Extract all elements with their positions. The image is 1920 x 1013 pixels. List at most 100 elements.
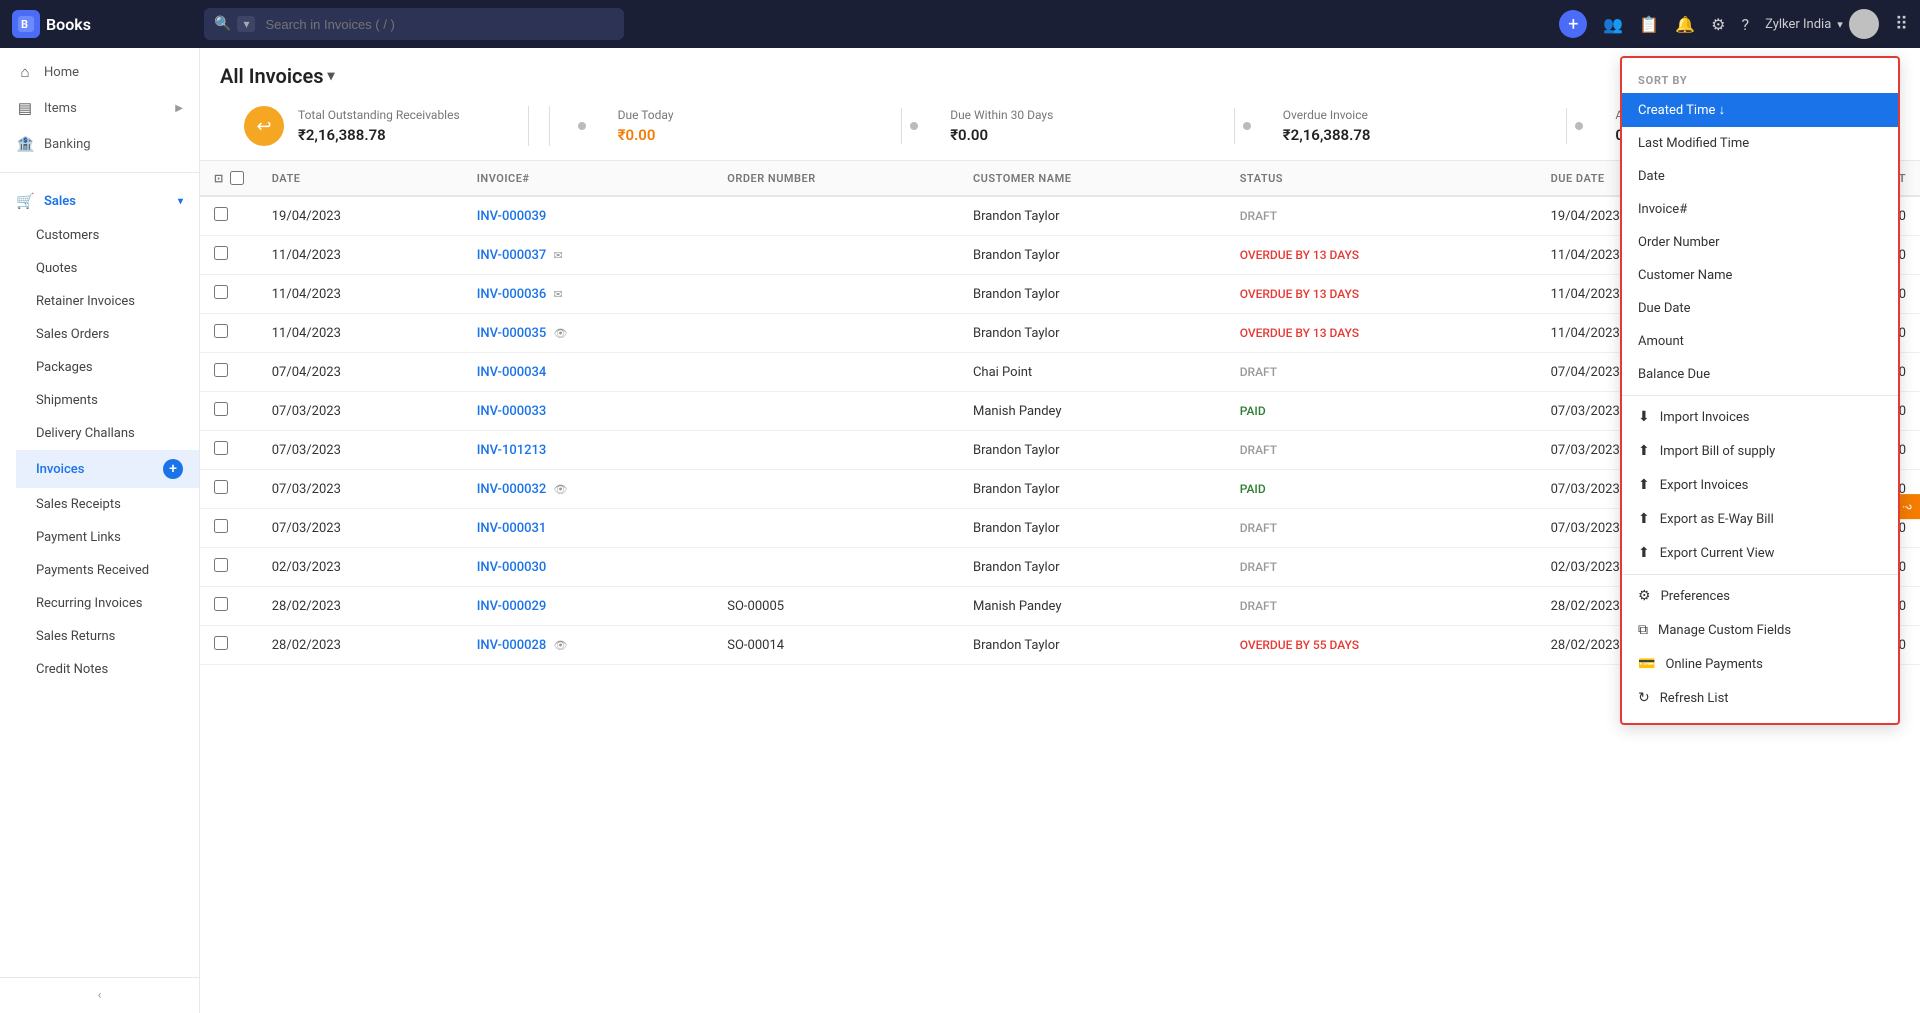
sort-item-date[interactable]: Date <box>1622 160 1898 193</box>
row-customer-4[interactable]: Chai Point <box>959 353 1226 392</box>
sidebar-item-invoices[interactable]: Invoices + <box>16 450 199 488</box>
row-checkbox-8[interactable] <box>214 519 228 533</box>
search-filter[interactable]: ▾ <box>237 16 255 32</box>
sidebar-item-items[interactable]: ▤ Items ▶ <box>0 90 199 126</box>
row-checkbox-cell[interactable] <box>200 275 258 314</box>
row-customer-3[interactable]: Brandon Taylor <box>959 314 1226 353</box>
sidebar-item-sales-receipts[interactable]: Sales Receipts <box>16 488 199 521</box>
invoice-link-9[interactable]: INV-000030 <box>477 560 547 575</box>
select-all-icon[interactable]: ⊡ <box>214 172 224 185</box>
row-customer-10[interactable]: Manish Pandey <box>959 587 1226 626</box>
row-checkbox-2[interactable] <box>214 285 228 299</box>
user-menu[interactable]: Zylker India ▾ <box>1765 9 1879 39</box>
row-invoice-11[interactable]: INV-000028 👁 <box>463 626 714 665</box>
sort-item-amount[interactable]: Amount <box>1622 325 1898 358</box>
sort-item-customer-name[interactable]: Customer Name <box>1622 259 1898 292</box>
sort-item-due-date[interactable]: Due Date <box>1622 292 1898 325</box>
row-checkbox-1[interactable] <box>214 246 228 260</box>
search-input[interactable] <box>265 17 614 32</box>
row-checkbox-cell[interactable] <box>200 587 258 626</box>
sidebar-item-quotes[interactable]: Quotes <box>16 252 199 285</box>
row-invoice-10[interactable]: INV-000029 <box>463 587 714 626</box>
invoice-link-7[interactable]: INV-000032 <box>477 482 547 497</box>
invoice-link-10[interactable]: INV-000029 <box>477 599 547 614</box>
sort-action-export-current[interactable]: ⬆ Export Current View <box>1622 536 1898 570</box>
row-checkbox-cell[interactable] <box>200 392 258 431</box>
sidebar-item-sales[interactable]: 🛒 Sales ▾ <box>0 183 199 219</box>
row-checkbox-7[interactable] <box>214 480 228 494</box>
row-invoice-6[interactable]: INV-101213 <box>463 431 714 470</box>
row-checkbox-cell[interactable] <box>200 196 258 236</box>
invoice-link-5[interactable]: INV-000033 <box>477 404 547 419</box>
row-invoice-0[interactable]: INV-000039 <box>463 196 714 236</box>
row-customer-2[interactable]: Brandon Taylor <box>959 275 1226 314</box>
contacts-icon[interactable]: 👥 <box>1603 15 1623 34</box>
sort-action-import-bill-supply[interactable]: ⬆ Import Bill of supply <box>1622 434 1898 468</box>
sort-action-export-eway[interactable]: ⬆ Export as E-Way Bill <box>1622 502 1898 536</box>
row-checkbox-cell[interactable] <box>200 509 258 548</box>
row-customer-7[interactable]: Brandon Taylor <box>959 470 1226 509</box>
row-checkbox-cell[interactable] <box>200 353 258 392</box>
invoice-link-6[interactable]: INV-101213 <box>477 443 547 458</box>
row-checkbox-cell[interactable] <box>200 548 258 587</box>
row-invoice-5[interactable]: INV-000033 <box>463 392 714 431</box>
invoice-link-2[interactable]: INV-000036 <box>477 287 547 302</box>
invoice-link-3[interactable]: INV-000035 <box>477 326 547 341</box>
sidebar-item-credit-notes[interactable]: Credit Notes <box>16 653 199 686</box>
sort-item-last-modified[interactable]: Last Modified Time <box>1622 127 1898 160</box>
gear-icon[interactable]: ⚙ <box>1711 15 1725 34</box>
sidebar-item-customers[interactable]: Customers <box>16 219 199 252</box>
help-icon[interactable]: ? <box>1742 15 1750 34</box>
row-checkbox-cell[interactable] <box>200 236 258 275</box>
row-invoice-3[interactable]: INV-000035 👁 <box>463 314 714 353</box>
page-title-dropdown[interactable]: ▾ <box>328 68 335 84</box>
row-invoice-9[interactable]: INV-000030 <box>463 548 714 587</box>
add-button[interactable]: + <box>1559 10 1587 38</box>
sort-item-created-time[interactable]: Created Time ↓ <box>1622 93 1898 127</box>
bell-icon[interactable]: 🔔 <box>1675 15 1695 34</box>
sort-item-balance-due[interactable]: Balance Due <box>1622 358 1898 391</box>
row-customer-9[interactable]: Brandon Taylor <box>959 548 1226 587</box>
row-checkbox-cell[interactable] <box>200 470 258 509</box>
invoice-link-11[interactable]: INV-000028 <box>477 638 547 653</box>
sort-action-custom-fields[interactable]: ⧉ Manage Custom Fields <box>1622 613 1898 647</box>
row-invoice-7[interactable]: INV-000032 👁 <box>463 470 714 509</box>
col-select-all[interactable]: ⊡ <box>200 161 258 196</box>
row-checkbox-cell[interactable] <box>200 314 258 353</box>
row-customer-5[interactable]: Manish Pandey <box>959 392 1226 431</box>
row-checkbox-0[interactable] <box>214 207 228 221</box>
row-invoice-1[interactable]: INV-000037 ✉ <box>463 236 714 275</box>
row-checkbox-3[interactable] <box>214 324 228 338</box>
sidebar-item-retainer-invoices[interactable]: Retainer Invoices <box>16 285 199 318</box>
invoice-link-8[interactable]: INV-000031 <box>477 521 547 536</box>
row-invoice-8[interactable]: INV-000031 <box>463 509 714 548</box>
sidebar-item-payments-received[interactable]: Payments Received <box>16 554 199 587</box>
sort-item-order-number[interactable]: Order Number <box>1622 226 1898 259</box>
sidebar-item-payment-links[interactable]: Payment Links <box>16 521 199 554</box>
sidebar-item-sales-returns[interactable]: Sales Returns <box>16 620 199 653</box>
row-checkbox-5[interactable] <box>214 402 228 416</box>
sidebar-item-recurring-invoices[interactable]: Recurring Invoices <box>16 587 199 620</box>
logo[interactable]: B Books <box>12 10 192 38</box>
invoice-link-0[interactable]: INV-000039 <box>477 209 547 224</box>
sidebar-item-shipments[interactable]: Shipments <box>16 384 199 417</box>
calendar-icon[interactable]: 📋 <box>1639 15 1659 34</box>
sidebar-item-sales-orders[interactable]: Sales Orders <box>16 318 199 351</box>
row-checkbox-cell[interactable] <box>200 626 258 665</box>
row-checkbox-9[interactable] <box>214 558 228 572</box>
row-invoice-2[interactable]: INV-000036 ✉ <box>463 275 714 314</box>
row-checkbox-6[interactable] <box>214 441 228 455</box>
sidebar-item-banking[interactable]: 🏦 Banking <box>0 126 199 162</box>
apps-icon[interactable]: ⠿ <box>1895 14 1908 35</box>
row-customer-1[interactable]: Brandon Taylor <box>959 236 1226 275</box>
sort-action-preferences[interactable]: ⚙ Preferences <box>1622 579 1898 613</box>
sort-action-export-invoices[interactable]: ⬆ Export Invoices <box>1622 468 1898 502</box>
invoices-add-btn[interactable]: + <box>163 459 183 479</box>
search-bar[interactable]: 🔍 ▾ <box>204 8 624 40</box>
row-checkbox-cell[interactable] <box>200 431 258 470</box>
invoice-link-1[interactable]: INV-000037 <box>477 248 547 263</box>
row-checkbox-11[interactable] <box>214 636 228 650</box>
row-customer-6[interactable]: Brandon Taylor <box>959 431 1226 470</box>
row-customer-8[interactable]: Brandon Taylor <box>959 509 1226 548</box>
sort-action-import-invoices[interactable]: ⬇ Import Invoices <box>1622 400 1898 434</box>
